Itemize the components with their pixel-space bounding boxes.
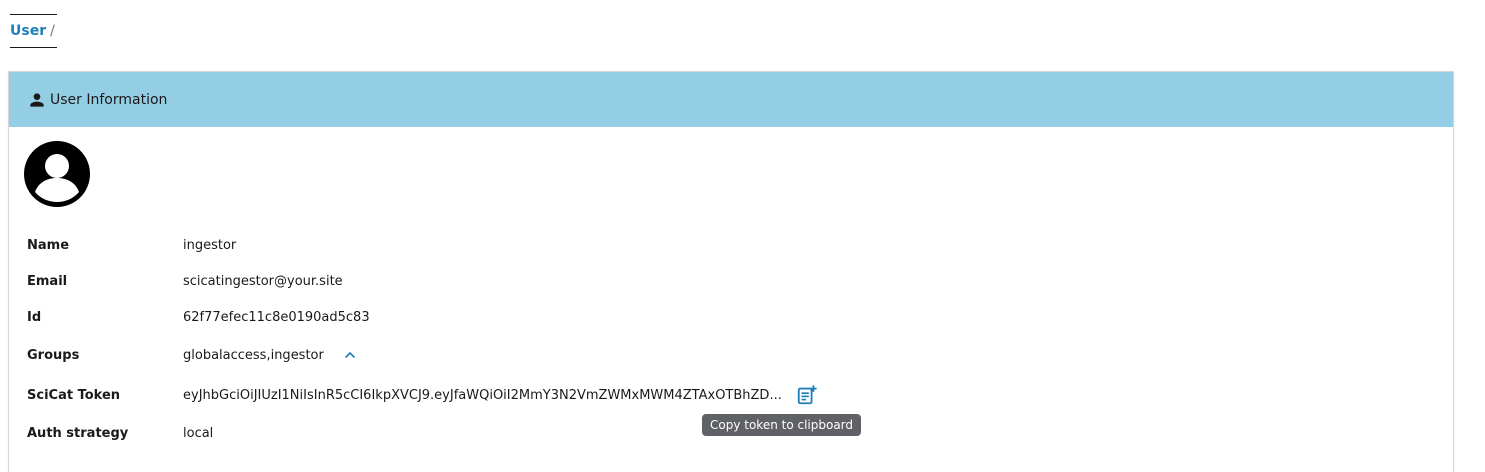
field-token-label: SciCat Token xyxy=(27,387,121,403)
field-token-row: SciCat Token eyJhbGciOiJIUzI1NiIsInR5cCI… xyxy=(27,383,818,407)
chevron-up-icon[interactable] xyxy=(342,347,358,363)
field-name-value: ingestor xyxy=(183,237,237,253)
card-header-title: User Information xyxy=(50,91,168,108)
field-name-row: Name ingestor xyxy=(27,233,236,257)
field-name-label: Name xyxy=(27,237,70,253)
field-id-row: Id 62f77efec11c8e0190ad5c83 xyxy=(27,305,370,329)
field-auth-label: Auth strategy xyxy=(27,425,129,441)
copy-token-tooltip: Copy token to clipboard xyxy=(702,414,862,436)
breadcrumb: User / xyxy=(10,14,57,48)
field-email-row: Email scicatingestor@your.site xyxy=(27,269,343,293)
user-information-card: User Information Name ingestor Email sci… xyxy=(8,71,1454,472)
copy-clipboard-icon[interactable] xyxy=(796,384,818,406)
field-email-label: Email xyxy=(27,273,68,289)
field-auth-value: local xyxy=(183,425,214,441)
field-auth-row: Auth strategy local xyxy=(27,421,213,445)
person-icon xyxy=(27,90,47,110)
field-id-value: 62f77efec11c8e0190ad5c83 xyxy=(183,309,370,325)
field-token-value: eyJhbGciOiJIUzI1NiIsInR5cCI6IkpXVCJ9.eyJ… xyxy=(183,387,782,403)
breadcrumb-separator: / xyxy=(50,23,55,39)
field-groups-row: Groups globalaccess,ingestor xyxy=(27,343,358,367)
breadcrumb-user-link[interactable]: User xyxy=(10,23,46,39)
account-circle-icon xyxy=(24,141,90,207)
field-groups-value: globalaccess,ingestor xyxy=(183,347,324,363)
field-groups-label: Groups xyxy=(27,347,80,363)
card-header: User Information xyxy=(9,72,1453,127)
field-email-value: scicatingestor@your.site xyxy=(183,273,343,289)
field-id-label: Id xyxy=(27,309,42,325)
